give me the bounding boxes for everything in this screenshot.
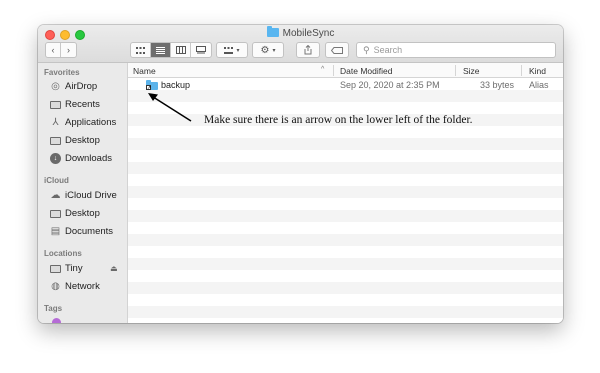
gallery-view-icon [196,46,206,54]
tag-button[interactable] [325,42,349,58]
sidebar-item-downloads[interactable]: ↓ Downloads [50,153,112,164]
downloads-icon: ↓ [50,153,61,164]
column-header-name[interactable]: Name [133,66,156,76]
drive-icon [50,263,61,274]
sidebar-item-tiny[interactable]: Tiny [50,263,83,274]
window-title-area: MobileSync [38,26,563,39]
applications-icon: ⅄ [52,117,59,128]
sidebar-item-desktop[interactable]: Desktop [50,135,100,146]
share-icon [304,45,312,55]
column-header-size[interactable]: Size [463,66,480,76]
sidebar-item-label: Network [65,281,100,292]
documents-icon: ▤ [50,226,61,237]
column-divider[interactable] [521,65,522,76]
sidebar-section-favorites: Favorites [44,68,80,77]
sidebar-item-label: Desktop [65,135,100,146]
column-divider[interactable] [333,65,334,76]
group-button[interactable]: ▾ [216,42,248,58]
list-view-button[interactable] [151,43,171,57]
icon-view-button[interactable] [131,43,151,57]
back-button[interactable]: ‹ [46,43,61,57]
desktop-icon [50,135,61,146]
cloud-icon: ☁ [50,190,61,201]
column-header-row: Name ^ Date Modified Size Kind [128,63,563,78]
sidebar: Favorites ◎ AirDrop Recents ⅄ Applicatio… [38,63,128,323]
sidebar-item-label: AirDrop [65,81,98,92]
sort-ascending-icon: ^ [321,66,325,73]
sidebar-item-label: Documents [65,226,114,237]
sidebar-item-label: iCloud Drive [65,190,117,201]
column-header-date-modified[interactable]: Date Modified [340,66,392,76]
sidebar-item-icloud-desktop[interactable]: Desktop [50,208,100,219]
sidebar-item-label: Applications [65,117,117,128]
icon-view-icon [136,46,145,54]
purple-tag-icon[interactable] [52,318,61,323]
view-mode-control [130,42,212,58]
sidebar-item-airdrop[interactable]: ◎ AirDrop [50,81,97,92]
forward-button[interactable]: › [61,43,76,57]
chevron-down-icon: ▾ [236,47,240,54]
file-kind: Alias [529,80,549,90]
share-button[interactable] [296,42,320,58]
column-view-icon [175,46,186,54]
gallery-view-button[interactable] [191,43,211,57]
annotation-text: Make sure there is an arrow on the lower… [204,114,473,126]
sidebar-item-label: Downloads [65,153,112,164]
file-name: backup [161,80,191,90]
sidebar-item-applications[interactable]: ⅄ Applications [50,117,116,128]
sidebar-item-icloud-drive[interactable]: ☁ iCloud Drive [50,190,117,201]
eject-icon[interactable]: ⏏ [110,264,118,273]
search-icon: ⚲ [363,44,370,55]
network-icon: ◍ [51,281,60,292]
annotation-arrow-icon [148,93,192,122]
title-bar: MobileSync ‹ › ▾ ⚙ ▾ ⚲ Search [38,25,563,63]
chevron-left-icon: ‹ [51,45,55,55]
sidebar-section-tags: Tags [44,304,63,313]
list-view-icon [156,46,165,54]
sidebar-item-label: Tiny [65,263,83,274]
column-divider[interactable] [455,65,456,76]
chevron-down-icon: ▾ [272,47,276,54]
search-placeholder: Search [373,45,403,55]
group-icon [224,46,234,54]
column-header-kind[interactable]: Kind [529,66,546,76]
back-forward-control: ‹ › [45,42,77,58]
recents-icon [50,99,61,110]
sidebar-item-recents[interactable]: Recents [50,99,100,110]
file-date-modified: Sep 20, 2020 at 2:35 PM [340,80,440,90]
chevron-right-icon: › [67,45,70,55]
search-field[interactable]: ⚲ Search [356,42,556,58]
file-size: 33 bytes [480,80,515,90]
alias-folder-icon: ↗ [146,80,158,91]
finder-window: MobileSync ‹ › ▾ ⚙ ▾ ⚲ Search Favorites … [38,25,563,323]
tag-icon [331,46,343,54]
sidebar-section-locations: Locations [44,249,82,258]
sidebar-item-network[interactable]: ◍ Network [50,281,100,292]
sidebar-item-label: Recents [65,99,100,110]
sidebar-section-icloud: iCloud [44,176,69,185]
sidebar-item-documents[interactable]: ▤ Documents [50,226,113,237]
airdrop-icon: ◎ [51,81,60,92]
column-view-button[interactable] [171,43,191,57]
folder-icon [266,26,279,37]
sidebar-item-label: Desktop [65,208,100,219]
window-title: MobileSync [282,28,335,39]
desktop-icon [50,208,61,219]
action-button[interactable]: ⚙ ▾ [252,42,284,58]
gear-icon: ⚙ [260,44,270,56]
